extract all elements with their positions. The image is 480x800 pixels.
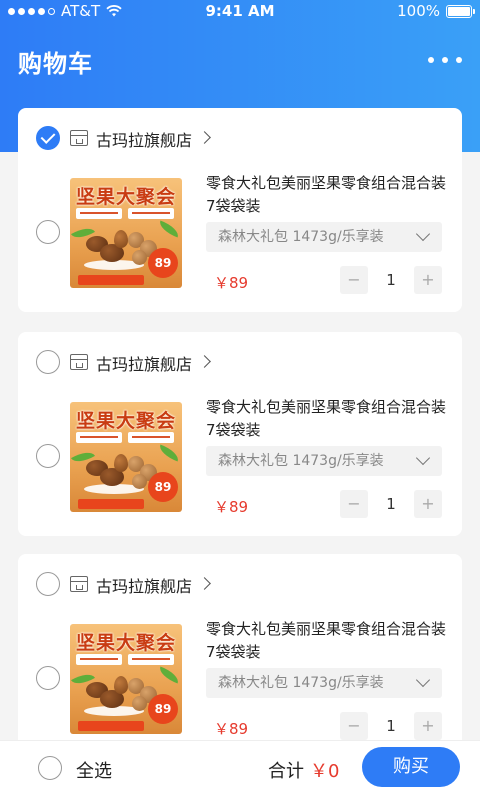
product-name[interactable]: 零食大礼包美丽坚果零食组合混合装7袋袋装	[206, 618, 454, 664]
select-all-checkbox[interactable]	[38, 756, 62, 780]
buy-button[interactable]: 购买	[362, 747, 460, 787]
item-checkbox[interactable]	[36, 220, 60, 244]
battery-percent: 100%	[397, 2, 440, 20]
chevron-right-icon[interactable]	[198, 577, 211, 590]
chevron-down-icon	[415, 450, 431, 466]
quantity-stepper: − 1 +	[340, 712, 442, 740]
checkout-bar: 全选 合计 ￥0 购买	[0, 740, 480, 800]
product-image[interactable]: 坚果大聚会 89	[70, 178, 182, 288]
quantity-value[interactable]: 1	[368, 266, 414, 294]
decrease-button[interactable]: −	[340, 712, 368, 740]
store-row: 古玛拉旗舰店	[18, 108, 462, 164]
product-image-title: 坚果大聚会	[75, 410, 176, 432]
product-name[interactable]: 零食大礼包美丽坚果零食组合混合装7袋袋装	[206, 172, 454, 218]
store-checkbox[interactable]	[36, 126, 60, 150]
cart-card: 古玛拉旗舰店 坚果大聚会 89 零食大礼包美丽坚果零食组合混合装7袋袋装 森林大…	[18, 108, 462, 312]
store-name[interactable]: 古玛拉旗舰店	[96, 127, 192, 151]
chevron-right-icon[interactable]	[198, 355, 211, 368]
product-image[interactable]: 坚果大聚会 89	[70, 402, 182, 512]
page-title: 购物车	[18, 50, 93, 78]
quantity-value[interactable]: 1	[368, 712, 414, 740]
status-right: 100%	[397, 2, 475, 20]
battery-icon	[446, 4, 475, 18]
quantity-stepper: − 1 +	[340, 490, 442, 518]
store-icon	[70, 130, 88, 146]
decrease-button[interactable]: −	[340, 490, 368, 518]
item-checkbox[interactable]	[36, 444, 60, 468]
quantity-stepper: − 1 +	[340, 266, 442, 294]
status-bar: AT&T 9:41 AM 100%	[0, 0, 480, 24]
more-dots-icon[interactable]	[428, 50, 462, 70]
increase-button[interactable]: +	[414, 490, 442, 518]
store-checkbox[interactable]	[36, 572, 60, 596]
chevron-down-icon	[415, 672, 431, 688]
spec-selector[interactable]: 森林大礼包 1473g/乐享装	[206, 668, 442, 698]
store-icon	[70, 576, 88, 592]
store-checkbox[interactable]	[36, 350, 60, 374]
chevron-right-icon[interactable]	[198, 131, 211, 144]
spec-selector[interactable]: 森林大礼包 1473g/乐享装	[206, 222, 442, 252]
select-all-label[interactable]: 全选	[76, 757, 112, 783]
total-label: 合计	[268, 761, 304, 782]
product-image-title: 坚果大聚会	[75, 186, 176, 208]
store-name[interactable]: 古玛拉旗舰店	[96, 351, 192, 375]
store-row: 古玛拉旗舰店	[18, 332, 462, 388]
chevron-down-icon	[415, 226, 431, 242]
product-image-badge: 89	[148, 248, 178, 278]
product-image-title: 坚果大聚会	[75, 632, 176, 654]
increase-button[interactable]: +	[414, 266, 442, 294]
spec-label: 森林大礼包 1473g/乐享装	[218, 453, 384, 469]
product-price: ￥89	[214, 274, 249, 292]
product-image-badge: 89	[148, 472, 178, 502]
cart-card: 古玛拉旗舰店 坚果大聚会 89 零食大礼包美丽坚果零食组合混合装7袋袋装 森林大…	[18, 554, 462, 758]
decrease-button[interactable]: −	[340, 266, 368, 294]
spec-selector[interactable]: 森林大礼包 1473g/乐享装	[206, 446, 442, 476]
quantity-value[interactable]: 1	[368, 490, 414, 518]
store-icon	[70, 354, 88, 370]
product-image[interactable]: 坚果大聚会 89	[70, 624, 182, 734]
spec-label: 森林大礼包 1473g/乐享装	[218, 229, 384, 245]
cart-card: 古玛拉旗舰店 坚果大聚会 89 零食大礼包美丽坚果零食组合混合装7袋袋装 森林大…	[18, 332, 462, 536]
product-image-badge: 89	[148, 694, 178, 724]
item-checkbox[interactable]	[36, 666, 60, 690]
increase-button[interactable]: +	[414, 712, 442, 740]
product-price: ￥89	[214, 720, 249, 738]
store-row: 古玛拉旗舰店	[18, 554, 462, 610]
total-value: ￥0	[310, 761, 340, 782]
spec-label: 森林大礼包 1473g/乐享装	[218, 675, 384, 691]
store-name[interactable]: 古玛拉旗舰店	[96, 573, 192, 597]
product-price: ￥89	[214, 498, 249, 516]
product-name[interactable]: 零食大礼包美丽坚果零食组合混合装7袋袋装	[206, 396, 454, 442]
